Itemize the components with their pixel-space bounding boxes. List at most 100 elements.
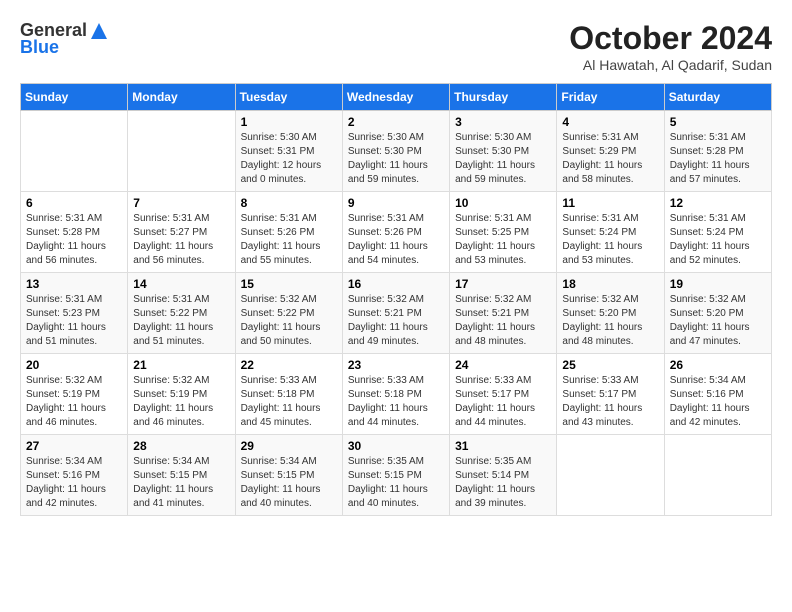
title-area: October 2024 Al Hawatah, Al Qadarif, Sud… xyxy=(569,20,772,73)
calendar-cell xyxy=(557,435,664,516)
day-header-tuesday: Tuesday xyxy=(235,84,342,111)
calendar-cell: 16 Sunrise: 5:32 AMSunset: 5:21 PMDayligh… xyxy=(342,273,449,354)
calendar-cell: 13 Sunrise: 5:31 AMSunset: 5:23 PMDayligh… xyxy=(21,273,128,354)
calendar-cell: 8 Sunrise: 5:31 AMSunset: 5:26 PMDaylight… xyxy=(235,192,342,273)
calendar-week-row: 6 Sunrise: 5:31 AMSunset: 5:28 PMDaylight… xyxy=(21,192,772,273)
day-number: 15 xyxy=(241,277,337,291)
calendar-cell: 26 Sunrise: 5:34 AMSunset: 5:16 PMDayligh… xyxy=(664,354,771,435)
day-info: Sunrise: 5:34 AMSunset: 5:16 PMDaylight:… xyxy=(670,374,766,430)
day-header-saturday: Saturday xyxy=(664,84,771,111)
subtitle: Al Hawatah, Al Qadarif, Sudan xyxy=(569,57,772,73)
logo-icon xyxy=(89,21,109,41)
day-info: Sunrise: 5:30 AMSunset: 5:30 PMDaylight:… xyxy=(348,131,444,187)
day-number: 13 xyxy=(26,277,122,291)
day-info: Sunrise: 5:31 AMSunset: 5:27 PMDaylight:… xyxy=(133,212,229,268)
day-number: 12 xyxy=(670,196,766,210)
day-number: 11 xyxy=(562,196,658,210)
header: General Blue October 2024 Al Hawatah, Al… xyxy=(20,20,772,73)
day-info: Sunrise: 5:31 AMSunset: 5:25 PMDaylight:… xyxy=(455,212,551,268)
day-number: 10 xyxy=(455,196,551,210)
calendar-cell: 7 Sunrise: 5:31 AMSunset: 5:27 PMDaylight… xyxy=(128,192,235,273)
day-info: Sunrise: 5:35 AMSunset: 5:14 PMDaylight:… xyxy=(455,455,551,511)
day-number: 2 xyxy=(348,115,444,129)
day-info: Sunrise: 5:30 AMSunset: 5:31 PMDaylight:… xyxy=(241,131,337,187)
day-number: 24 xyxy=(455,358,551,372)
month-title: October 2024 xyxy=(569,20,772,57)
calendar-cell: 20 Sunrise: 5:32 AMSunset: 5:19 PMDayligh… xyxy=(21,354,128,435)
calendar-week-row: 27 Sunrise: 5:34 AMSunset: 5:16 PMDayligh… xyxy=(21,435,772,516)
day-number: 6 xyxy=(26,196,122,210)
calendar-cell: 1Sunrise: 5:30 AMSunset: 5:31 PMDaylight… xyxy=(235,111,342,192)
calendar-header-row: SundayMondayTuesdayWednesdayThursdayFrid… xyxy=(21,84,772,111)
day-number: 20 xyxy=(26,358,122,372)
calendar-cell: 6 Sunrise: 5:31 AMSunset: 5:28 PMDaylight… xyxy=(21,192,128,273)
day-number: 3 xyxy=(455,115,551,129)
day-info: Sunrise: 5:33 AMSunset: 5:18 PMDaylight:… xyxy=(241,374,337,430)
calendar-cell: 11 Sunrise: 5:31 AMSunset: 5:24 PMDayligh… xyxy=(557,192,664,273)
calendar-cell xyxy=(21,111,128,192)
calendar-week-row: 13 Sunrise: 5:31 AMSunset: 5:23 PMDayligh… xyxy=(21,273,772,354)
day-info: Sunrise: 5:35 AMSunset: 5:15 PMDaylight:… xyxy=(348,455,444,511)
calendar-cell: 15 Sunrise: 5:32 AMSunset: 5:22 PMDayligh… xyxy=(235,273,342,354)
day-info: Sunrise: 5:31 AMSunset: 5:26 PMDaylight:… xyxy=(348,212,444,268)
calendar-cell: 9Sunrise: 5:31 AMSunset: 5:26 PMDaylight… xyxy=(342,192,449,273)
day-header-sunday: Sunday xyxy=(21,84,128,111)
day-number: 26 xyxy=(670,358,766,372)
calendar-cell: 18 Sunrise: 5:32 AMSunset: 5:20 PMDayligh… xyxy=(557,273,664,354)
calendar-cell: 5 Sunrise: 5:31 AMSunset: 5:28 PMDaylight… xyxy=(664,111,771,192)
calendar-cell: 29Sunrise: 5:34 AMSunset: 5:15 PMDayligh… xyxy=(235,435,342,516)
day-header-thursday: Thursday xyxy=(450,84,557,111)
day-info: Sunrise: 5:31 AMSunset: 5:23 PMDaylight:… xyxy=(26,293,122,349)
day-number: 18 xyxy=(562,277,658,291)
day-number: 28 xyxy=(133,439,229,453)
calendar-cell: 12 Sunrise: 5:31 AMSunset: 5:24 PMDayligh… xyxy=(664,192,771,273)
day-number: 30 xyxy=(348,439,444,453)
day-info: Sunrise: 5:34 AMSunset: 5:15 PMDaylight:… xyxy=(241,455,337,511)
calendar-cell: 31Sunrise: 5:35 AMSunset: 5:14 PMDayligh… xyxy=(450,435,557,516)
logo-blue: Blue xyxy=(20,37,59,58)
day-number: 25 xyxy=(562,358,658,372)
calendar-cell: 2 Sunrise: 5:30 AMSunset: 5:30 PMDaylight… xyxy=(342,111,449,192)
calendar-cell: 4Sunrise: 5:31 AMSunset: 5:29 PMDaylight… xyxy=(557,111,664,192)
day-info: Sunrise: 5:32 AMSunset: 5:20 PMDaylight:… xyxy=(562,293,658,349)
day-info: Sunrise: 5:32 AMSunset: 5:19 PMDaylight:… xyxy=(26,374,122,430)
day-info: Sunrise: 5:32 AMSunset: 5:21 PMDaylight:… xyxy=(455,293,551,349)
calendar-cell: 10 Sunrise: 5:31 AMSunset: 5:25 PMDayligh… xyxy=(450,192,557,273)
day-number: 7 xyxy=(133,196,229,210)
day-info: Sunrise: 5:32 AMSunset: 5:20 PMDaylight:… xyxy=(670,293,766,349)
day-header-wednesday: Wednesday xyxy=(342,84,449,111)
day-number: 5 xyxy=(670,115,766,129)
calendar-cell: 14Sunrise: 5:31 AMSunset: 5:22 PMDayligh… xyxy=(128,273,235,354)
logo: General Blue xyxy=(20,20,109,58)
calendar-cell: 23Sunrise: 5:33 AMSunset: 5:18 PMDayligh… xyxy=(342,354,449,435)
day-number: 8 xyxy=(241,196,337,210)
day-info: Sunrise: 5:31 AMSunset: 5:22 PMDaylight:… xyxy=(133,293,229,349)
day-info: Sunrise: 5:31 AMSunset: 5:24 PMDaylight:… xyxy=(562,212,658,268)
day-number: 19 xyxy=(670,277,766,291)
day-header-monday: Monday xyxy=(128,84,235,111)
day-info: Sunrise: 5:32 AMSunset: 5:22 PMDaylight:… xyxy=(241,293,337,349)
day-info: Sunrise: 5:34 AMSunset: 5:16 PMDaylight:… xyxy=(26,455,122,511)
day-number: 22 xyxy=(241,358,337,372)
day-number: 21 xyxy=(133,358,229,372)
calendar-week-row: 1Sunrise: 5:30 AMSunset: 5:31 PMDaylight… xyxy=(21,111,772,192)
day-info: Sunrise: 5:32 AMSunset: 5:21 PMDaylight:… xyxy=(348,293,444,349)
day-info: Sunrise: 5:31 AMSunset: 5:26 PMDaylight:… xyxy=(241,212,337,268)
calendar-cell: 19 Sunrise: 5:32 AMSunset: 5:20 PMDayligh… xyxy=(664,273,771,354)
day-info: Sunrise: 5:31 AMSunset: 5:28 PMDaylight:… xyxy=(670,131,766,187)
day-info: Sunrise: 5:34 AMSunset: 5:15 PMDaylight:… xyxy=(133,455,229,511)
calendar-cell xyxy=(664,435,771,516)
calendar-cell: 17 Sunrise: 5:32 AMSunset: 5:21 PMDayligh… xyxy=(450,273,557,354)
day-number: 16 xyxy=(348,277,444,291)
day-info: Sunrise: 5:33 AMSunset: 5:18 PMDaylight:… xyxy=(348,374,444,430)
calendar-cell: 27 Sunrise: 5:34 AMSunset: 5:16 PMDayligh… xyxy=(21,435,128,516)
day-info: Sunrise: 5:31 AMSunset: 5:28 PMDaylight:… xyxy=(26,212,122,268)
day-number: 17 xyxy=(455,277,551,291)
calendar-cell: 21Sunrise: 5:32 AMSunset: 5:19 PMDayligh… xyxy=(128,354,235,435)
day-number: 27 xyxy=(26,439,122,453)
calendar-cell xyxy=(128,111,235,192)
day-info: Sunrise: 5:31 AMSunset: 5:24 PMDaylight:… xyxy=(670,212,766,268)
day-info: Sunrise: 5:31 AMSunset: 5:29 PMDaylight:… xyxy=(562,131,658,187)
day-info: Sunrise: 5:33 AMSunset: 5:17 PMDaylight:… xyxy=(562,374,658,430)
day-info: Sunrise: 5:30 AMSunset: 5:30 PMDaylight:… xyxy=(455,131,551,187)
